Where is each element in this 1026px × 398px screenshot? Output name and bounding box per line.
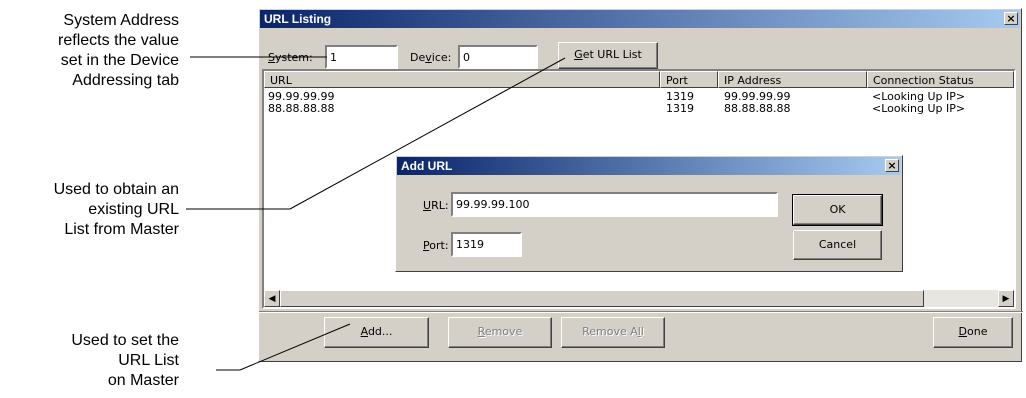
- ip-cell: 88.88.88.88: [724, 102, 791, 115]
- close-icon[interactable]: ×: [1004, 12, 1018, 25]
- system-label: System:: [268, 51, 313, 64]
- callout-line: reflects the value: [58, 32, 179, 49]
- done-button[interactable]: Done: [933, 317, 1013, 348]
- port-label-text: ort:: [429, 239, 449, 252]
- done-accel: D: [958, 325, 967, 338]
- callout-line: set in the Device: [60, 52, 179, 69]
- window-titlebar[interactable]: URL Listing ×: [260, 10, 1020, 28]
- callout-line: existing URL: [88, 201, 179, 218]
- horizontal-scrollbar[interactable]: ◀ ▶: [264, 290, 1014, 307]
- callout-line: Used to set the: [71, 332, 179, 349]
- divider: [259, 311, 1023, 313]
- callout-get-url-list: Used to obtain an existing URL List from…: [54, 180, 179, 240]
- dialog-titlebar[interactable]: Add URL ×: [397, 157, 901, 175]
- device-label-text: ice:: [431, 51, 452, 64]
- callout-line: Addressing tab: [72, 72, 179, 89]
- url-label-text: RL:: [431, 199, 449, 212]
- dialog-title: Add URL: [401, 159, 453, 173]
- done-label: one: [967, 325, 988, 338]
- ok-button[interactable]: OK: [792, 194, 883, 226]
- device-label-start: De: [410, 51, 426, 64]
- port-input[interactable]: [451, 232, 522, 257]
- column-header-port[interactable]: Port: [660, 71, 718, 88]
- port-label: Port:: [423, 239, 449, 252]
- scroll-left-icon[interactable]: ◀: [264, 290, 280, 307]
- cancel-button[interactable]: Cancel: [793, 230, 882, 260]
- close-icon[interactable]: ×: [885, 159, 899, 172]
- column-header-ip-address[interactable]: IP Address: [718, 71, 867, 88]
- status-cell: <Looking Up IP>: [872, 102, 966, 115]
- add-button[interactable]: Add...: [324, 317, 429, 348]
- port-cell: 1319: [666, 102, 694, 115]
- column-header-url[interactable]: URL: [264, 71, 660, 88]
- remove-label: emove: [484, 325, 523, 338]
- add-url-dialog: Add URL × URL: Port: OK Cancel: [395, 155, 903, 272]
- callout-add: Used to set the URL List on Master: [71, 331, 179, 391]
- device-label: Device:: [410, 51, 451, 64]
- system-label-accel: S: [268, 51, 275, 64]
- callout-line: on Master: [107, 372, 179, 389]
- add-label: dd...: [367, 325, 393, 338]
- get-url-list-accel: G: [574, 48, 583, 61]
- system-label-text: ystem:: [274, 51, 313, 64]
- callout-line: URL List: [118, 352, 179, 369]
- callout-system-address: System Address reflects the value set in…: [58, 11, 179, 91]
- add-accel: A: [360, 325, 368, 338]
- remove-all-label-rest: l: [640, 325, 644, 338]
- url-input[interactable]: [451, 192, 778, 217]
- window-title: URL Listing: [264, 12, 332, 26]
- get-url-list-button[interactable]: Get URL List: [558, 42, 658, 69]
- scrollbar-thumb[interactable]: [280, 290, 924, 307]
- remove-button[interactable]: Remove: [448, 317, 552, 348]
- column-header-connection-status[interactable]: Connection Status: [867, 71, 1014, 88]
- scroll-right-icon[interactable]: ▶: [998, 290, 1014, 307]
- url-cell: 88.88.88.88: [268, 102, 335, 115]
- url-label: URL:: [423, 199, 449, 212]
- remove-all-button[interactable]: Remove All: [561, 317, 665, 348]
- system-input[interactable]: [325, 45, 398, 69]
- device-input[interactable]: [458, 45, 538, 69]
- remove-all-label-start: Remove A: [582, 325, 638, 338]
- callout-line: System Address: [63, 12, 179, 29]
- callout-line: Used to obtain an: [53, 181, 179, 198]
- url-label-accel: U: [423, 199, 432, 212]
- get-url-list-label: et URL List: [582, 48, 642, 61]
- callout-line: List from Master: [64, 221, 179, 238]
- remove-accel: R: [477, 325, 485, 338]
